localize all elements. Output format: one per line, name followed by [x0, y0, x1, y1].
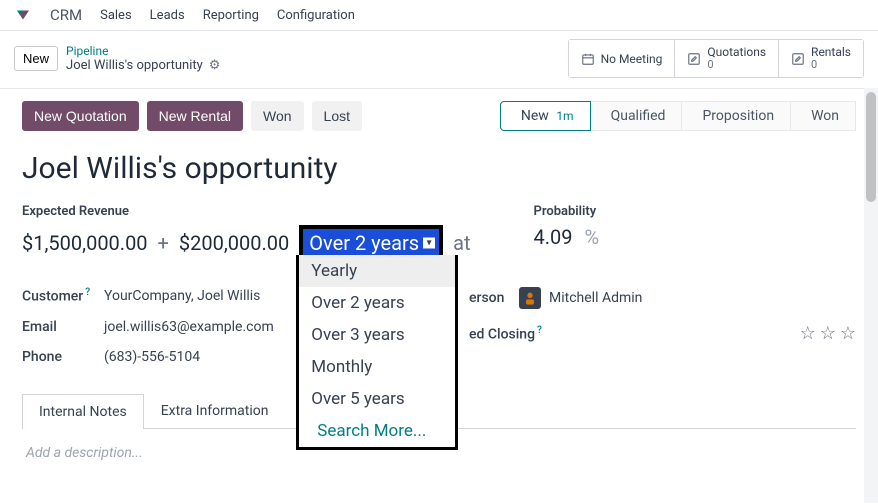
dd-option-yearly[interactable]: Yearly [299, 255, 455, 287]
stage-pipeline: New 1m Qualified Proposition Won [500, 101, 856, 131]
tab-internal-notes[interactable]: Internal Notes [22, 394, 144, 429]
star-icon[interactable]: ☆ [820, 323, 836, 344]
new-rental-button[interactable]: New Rental [147, 101, 243, 131]
dd-search-more[interactable]: Search More... [299, 415, 455, 447]
stage-proposition[interactable]: Proposition [682, 101, 791, 131]
top-menubar: CRM Sales Leads Reporting Configuration [0, 0, 878, 31]
recurring-plan-menu: Yearly Over 2 years Over 3 years Monthly… [296, 255, 458, 450]
phone-value[interactable]: (683)-556-5104 [104, 349, 200, 365]
quotations-label: Quotations [707, 46, 766, 59]
dd-option-over-5-years[interactable]: Over 5 years [299, 383, 455, 415]
salesperson-value[interactable]: Mitchell Admin [549, 290, 642, 306]
actions-row: New Quotation New Rental Won Lost New 1m… [22, 101, 856, 131]
header-stat-buttons: No Meeting Quotations 0 Rentals 0 [568, 39, 864, 78]
calendar-icon [581, 52, 595, 66]
main-form: New Quotation New Rental Won Lost New 1m… [0, 89, 878, 504]
app-logo-icon [14, 6, 32, 24]
dd-option-over-2-years[interactable]: Over 2 years [299, 287, 455, 319]
email-value[interactable]: joel.willis63@example.com [104, 319, 274, 335]
priority-stars[interactable]: ☆ ☆ ☆ [800, 323, 856, 344]
quotations-button[interactable]: Quotations 0 [675, 40, 779, 77]
rentals-count: 0 [811, 59, 851, 71]
expected-revenue-label: Expected Revenue [22, 204, 474, 219]
header-bar: New Pipeline Joel Willis's opportunity ⚙… [0, 31, 878, 89]
menu-configuration[interactable]: Configuration [277, 8, 355, 23]
star-icon[interactable]: ☆ [800, 323, 816, 344]
app-brand[interactable]: CRM [50, 6, 82, 24]
stage-qualified[interactable]: Qualified [591, 101, 683, 131]
won-button[interactable]: Won [251, 101, 304, 131]
probability-value[interactable]: 4.09 [534, 225, 573, 249]
dd-option-over-3-years[interactable]: Over 3 years [299, 319, 455, 351]
star-icon[interactable]: ☆ [840, 323, 856, 344]
no-meeting-button[interactable]: No Meeting [569, 40, 676, 77]
help-icon[interactable]: ? [85, 287, 90, 298]
probability-label: Probability [534, 204, 857, 219]
customer-label-text: Customer [22, 289, 83, 305]
help-icon[interactable]: ? [537, 325, 542, 336]
pencil-square-icon [687, 52, 701, 66]
expected-revenue-value[interactable]: $1,500,000.00 [22, 231, 148, 255]
revenue-probability-row: Expected Revenue $1,500,000.00 + $200,00… [22, 204, 856, 261]
customer-label: Customer? [22, 287, 104, 305]
person-icon [522, 290, 538, 306]
rentals-label: Rentals [811, 46, 851, 59]
menu-leads[interactable]: Leads [150, 8, 185, 23]
scrollbar[interactable] [864, 88, 878, 503]
recurring-revenue-value[interactable]: $200,000.00 [179, 231, 289, 255]
email-label: Email [22, 319, 104, 335]
salesperson-label: erson [469, 290, 519, 306]
breadcrumb: Pipeline Joel Willis's opportunity ⚙ [66, 44, 220, 74]
no-meeting-label: No Meeting [601, 52, 663, 66]
percent-sign: % [585, 225, 600, 249]
lost-button[interactable]: Lost [312, 101, 362, 131]
stage-new-label: New [521, 108, 549, 124]
at-label: at [453, 231, 470, 255]
stage-won[interactable]: Won [791, 101, 856, 131]
phone-label: Phone [22, 349, 104, 365]
new-button[interactable]: New [14, 46, 58, 71]
pencil-square-icon [791, 52, 805, 66]
new-quotation-button[interactable]: New Quotation [22, 101, 139, 131]
tab-extra-information[interactable]: Extra Information [144, 393, 286, 428]
breadcrumb-pipeline[interactable]: Pipeline [66, 44, 220, 58]
rentals-button[interactable]: Rentals 0 [779, 40, 863, 77]
menu-reporting[interactable]: Reporting [203, 8, 259, 23]
avatar [519, 287, 541, 309]
page-title[interactable]: Joel Willis's opportunity [22, 151, 856, 186]
dd-option-monthly[interactable]: Monthly [299, 351, 455, 383]
gear-icon[interactable]: ⚙ [209, 58, 221, 74]
scrollbar-thumb[interactable] [866, 92, 876, 202]
recurring-plan-selected: Over 2 years [309, 231, 419, 255]
menu-sales[interactable]: Sales [100, 8, 132, 23]
expected-closing-text: ed Closing [469, 327, 535, 343]
stage-new[interactable]: New 1m [500, 101, 591, 131]
chevron-down-icon: ▾ [423, 238, 435, 249]
expected-closing-label: ed Closing? [469, 325, 542, 343]
stage-new-duration: 1m [556, 109, 573, 123]
customer-value[interactable]: YourCompany, Joel Willis [104, 288, 260, 304]
recurring-plan-dropdown[interactable]: Over 2 years ▾ Yearly Over 2 years Over … [299, 225, 443, 261]
quotations-count: 0 [707, 59, 766, 71]
plus-sign: + [158, 231, 169, 255]
breadcrumb-record: Joel Willis's opportunity [66, 58, 203, 74]
